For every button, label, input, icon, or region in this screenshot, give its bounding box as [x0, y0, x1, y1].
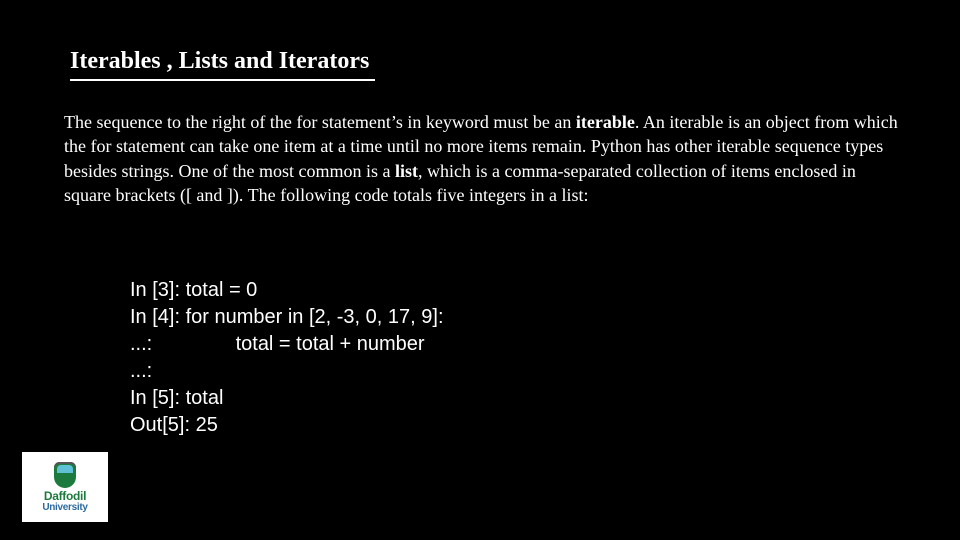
- code-line: Out[5]: 25: [130, 414, 218, 436]
- keyword-iterable: iterable: [576, 112, 635, 132]
- code-line: ...: total = total + number: [130, 333, 425, 355]
- university-logo: Daffodil University: [22, 452, 108, 522]
- code-line: In [3]: total = 0: [130, 279, 257, 301]
- code-line: In [4]: for number in [2, -3, 0, 17, 9]:: [130, 306, 444, 328]
- slide: Iterables , Lists and Iterators The sequ…: [0, 0, 960, 540]
- code-line: ...:: [130, 360, 152, 382]
- keyword-list: list: [395, 161, 418, 181]
- slide-paragraph: The sequence to the right of the for sta…: [64, 110, 904, 207]
- slide-title: Iterables , Lists and Iterators: [70, 48, 375, 81]
- code-block: In [3]: total = 0 In [4]: for number in …: [130, 250, 444, 439]
- code-line: In [5]: total: [130, 387, 223, 409]
- logo-text-line2: University: [42, 503, 87, 513]
- logo-text-line1: Daffodil: [44, 490, 86, 502]
- shield-icon: [54, 462, 76, 488]
- paragraph-text: The sequence to the right of the for sta…: [64, 112, 576, 132]
